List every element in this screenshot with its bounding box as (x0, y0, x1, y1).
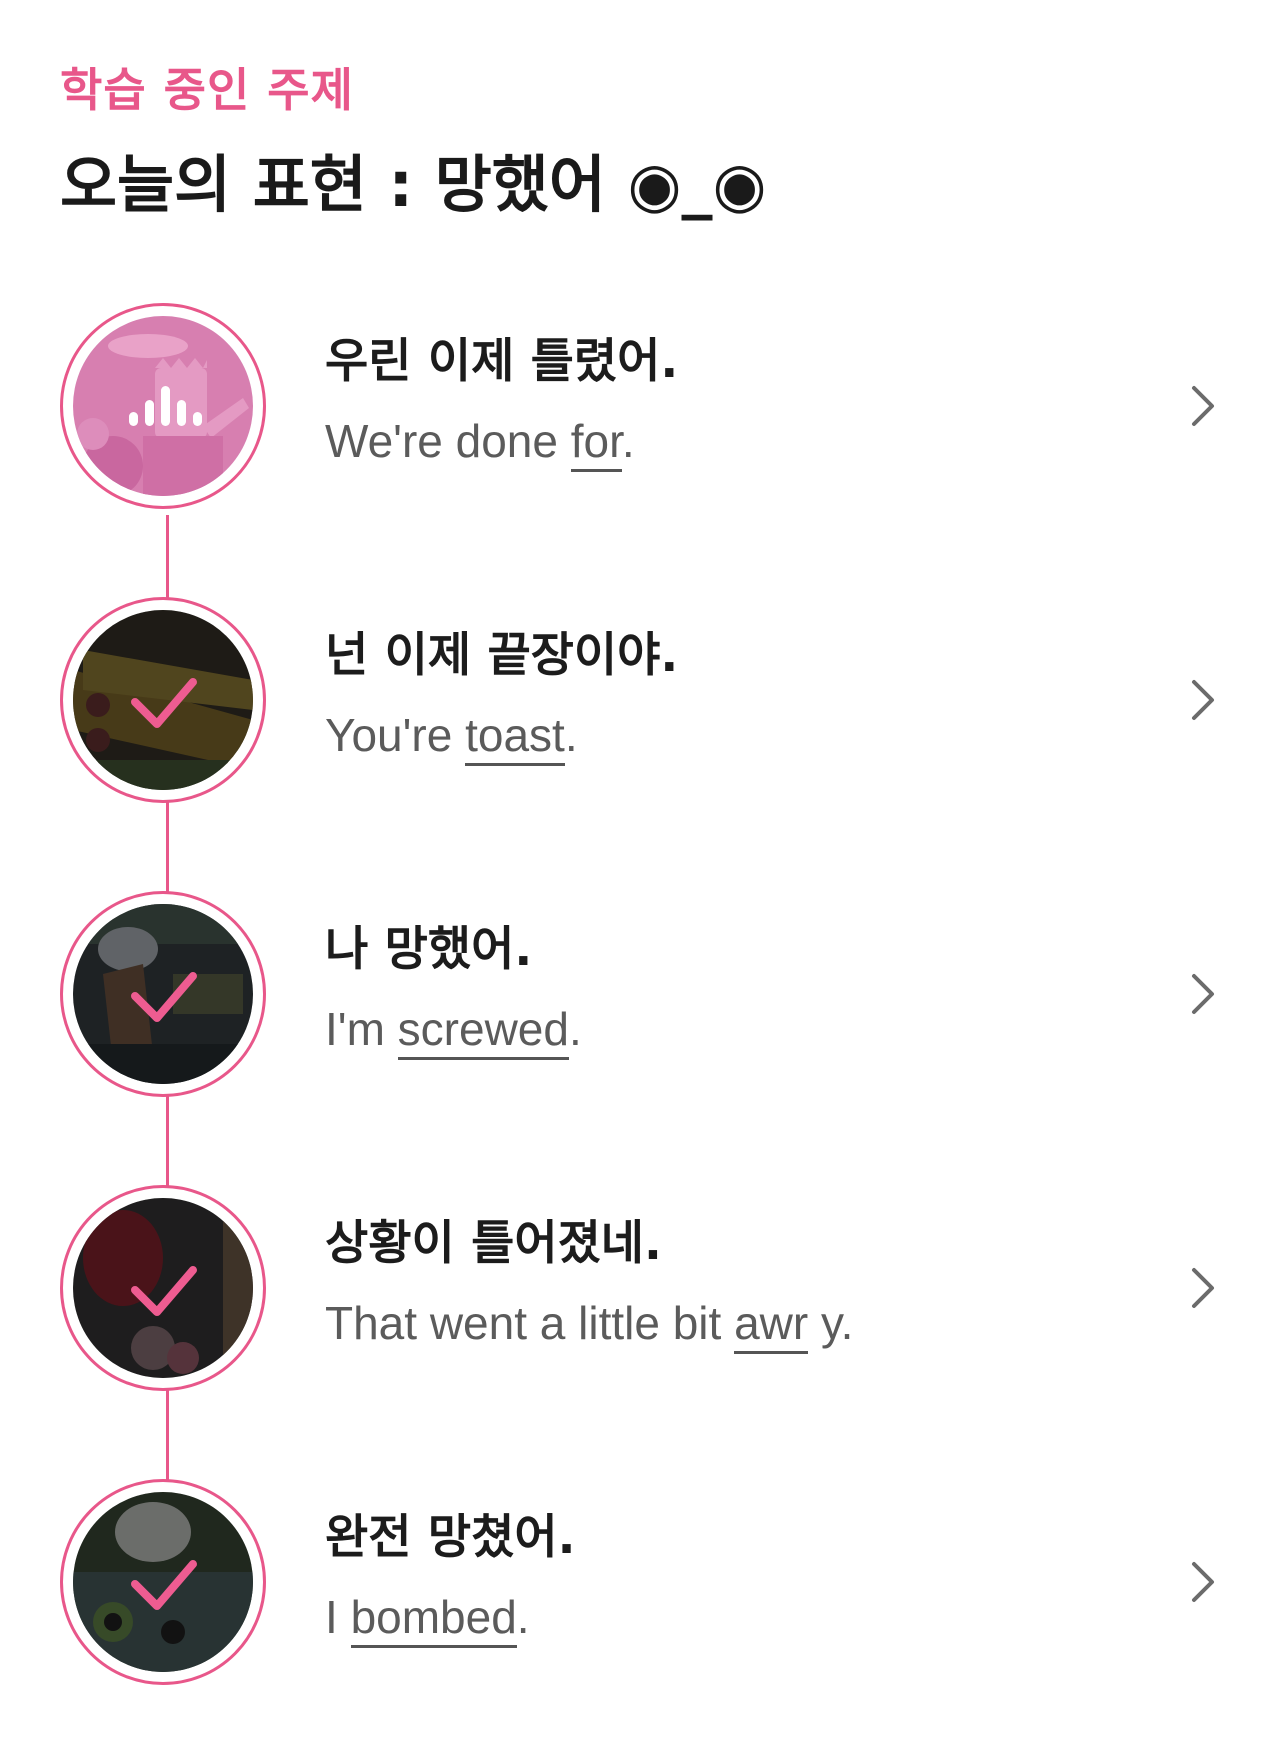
lesson-korean: 우린 이제 틀렸어. (325, 334, 679, 389)
checkmark-icon (131, 678, 197, 728)
header: 학습 중인 주제 오늘의 표현 : 망했어 ◉_◉ (60, 58, 1224, 228)
chevron-right-icon[interactable] (1180, 1266, 1224, 1310)
english-keyword: bombed (350, 1591, 517, 1648)
english-prefix: I (325, 1591, 351, 1643)
lesson-text: 나 망했어. I'm screwed. (325, 917, 582, 1061)
lesson-text: 상황이 틀어졌네. That went a little bit awr y. (325, 1211, 853, 1355)
english-suffix: y. (808, 1297, 854, 1349)
lesson-english: That went a little bit awr y. (325, 1291, 853, 1355)
lesson-thumbnail-ring (60, 1479, 266, 1685)
lesson-korean: 넌 이제 끝장이야. (325, 628, 679, 683)
lesson-english: I'm screwed. (325, 997, 582, 1061)
english-suffix: . (564, 709, 578, 761)
english-keyword: for (570, 415, 622, 472)
english-suffix: . (568, 1003, 582, 1055)
checkmark-icon (131, 1266, 197, 1316)
lesson-text: 우린 이제 틀렸어. We're done for. (325, 329, 678, 473)
lesson-thumbnail-ring (60, 303, 266, 509)
lesson-item[interactable]: 상황이 틀어졌네. That went a little bit awr y. (0, 1185, 1284, 1397)
lesson-korean: 상황이 틀어졌네. (325, 1216, 662, 1271)
lesson-english: We're done for. (325, 409, 678, 473)
lesson-english: I bombed. (325, 1585, 575, 1649)
chevron-right-icon[interactable] (1180, 678, 1224, 722)
lesson-thumbnail (73, 610, 253, 790)
lesson-thumbnail (73, 904, 253, 1084)
page-title: 오늘의 표현 : 망했어 ◉_◉ (60, 148, 767, 221)
lesson-item[interactable]: 넌 이제 끝장이야. You're toast. (0, 597, 1284, 809)
lesson-text: 완전 망쳤어. I bombed. (325, 1505, 575, 1649)
english-prefix: We're done (325, 415, 571, 467)
english-suffix: . (516, 1591, 530, 1643)
topic-label: 학습 중인 주제 (60, 63, 354, 117)
english-prefix: I'm (325, 1003, 398, 1055)
lesson-korean: 완전 망쳤어. (325, 1510, 576, 1565)
lesson-thumbnail-ring (60, 597, 266, 803)
checkmark-icon (131, 972, 197, 1022)
lesson-english: You're toast. (325, 703, 678, 767)
lesson-item[interactable]: 완전 망쳤어. I bombed. (0, 1479, 1284, 1691)
audio-playing-icon (129, 386, 202, 426)
checkmark-icon (131, 1560, 197, 1610)
lesson-thumbnail (73, 1198, 253, 1378)
english-keyword: screwed (397, 1003, 569, 1060)
lesson-korean: 나 망했어. (325, 922, 533, 977)
lesson-item[interactable]: 나 망했어. I'm screwed. (0, 891, 1284, 1103)
lesson-thumbnail-ring (60, 1185, 266, 1391)
chevron-right-icon[interactable] (1180, 1560, 1224, 1604)
lesson-item[interactable]: 우린 이제 틀렸어. We're done for. (0, 303, 1284, 515)
lesson-thumbnail-ring (60, 891, 266, 1097)
lesson-text: 넌 이제 끝장이야. You're toast. (325, 623, 678, 767)
english-suffix: . (621, 415, 635, 467)
english-prefix: That went a little bit (325, 1297, 735, 1349)
english-keyword: toast (465, 709, 565, 766)
english-prefix: You're (325, 709, 466, 761)
chevron-right-icon[interactable] (1180, 384, 1224, 428)
chevron-right-icon[interactable] (1180, 972, 1224, 1016)
lesson-thumbnail (73, 1492, 253, 1672)
lesson-thumbnail (73, 316, 253, 496)
english-keyword: awr (734, 1297, 809, 1354)
